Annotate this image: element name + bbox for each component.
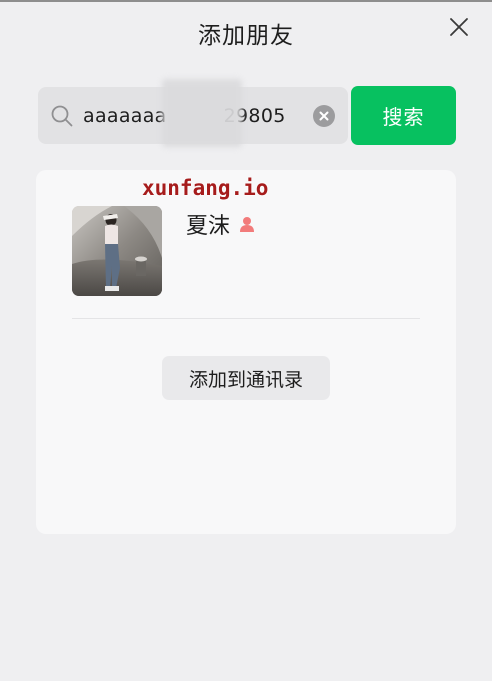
clear-search-button[interactable] [313,105,335,127]
add-to-contacts-button[interactable]: 添加到通讯录 [162,356,330,400]
clear-icon [319,111,329,121]
avatar-image [72,206,162,296]
result-card: xunfang.io 夏沫 添加到通讯录 [36,170,456,534]
search-button[interactable]: 搜索 [351,86,456,145]
avatar[interactable] [72,206,162,296]
user-name: 夏沫 [186,214,231,239]
name-row: 夏沫 [186,208,256,240]
watermark-text: xunfang.io [142,176,269,200]
redaction-blur [162,79,242,147]
close-icon [450,18,468,36]
search-box[interactable] [38,79,348,147]
search-icon [51,105,73,127]
female-icon [240,217,255,232]
dialog-title: 添加朋友 [198,23,294,49]
close-button[interactable] [446,14,472,40]
divider [72,318,420,319]
window-top-border [0,0,492,2]
